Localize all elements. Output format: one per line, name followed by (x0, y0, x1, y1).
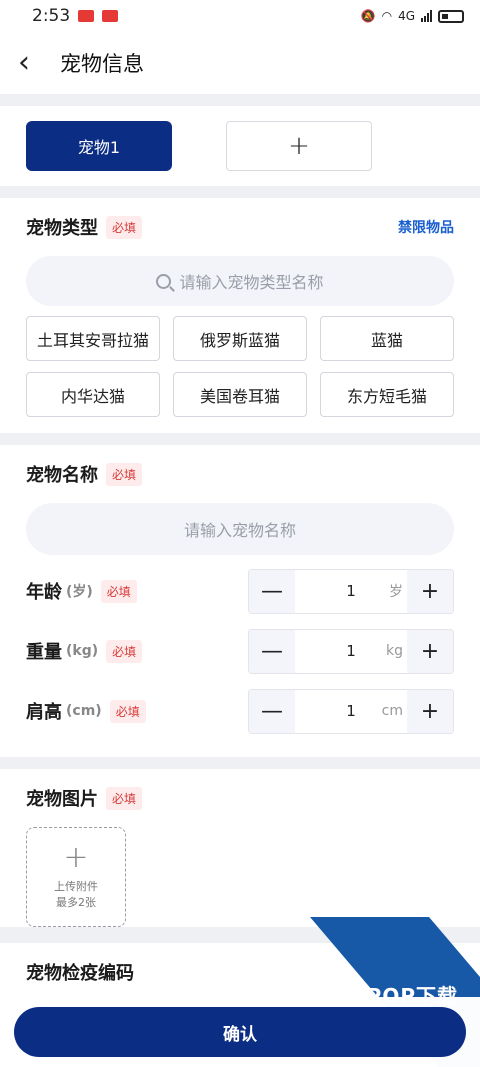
age-unit-hint: (岁) (66, 584, 93, 600)
decrement-button[interactable]: — (249, 689, 295, 733)
age-label: 年龄 (26, 582, 62, 603)
upload-limit: 最多2张 (56, 896, 96, 909)
weight-stepper: — 1 kg + (248, 628, 454, 674)
mute-icon: 🔕 (360, 9, 376, 23)
tab-pet-1[interactable]: 宠物1 (26, 121, 172, 171)
height-unit-hint: (cm) (66, 703, 102, 719)
age-stepper: — 1 岁 + (248, 568, 454, 614)
pet-type-chip[interactable]: 蓝猫 (320, 316, 454, 361)
height-value: 1 (346, 702, 356, 720)
pet-type-chip[interactable]: 东方短毛猫 (320, 372, 454, 417)
required-badge: 必填 (106, 639, 143, 663)
weight-unit: kg (386, 643, 403, 659)
battery-icon (438, 9, 464, 23)
age-unit: 岁 (389, 584, 403, 600)
notification-icon (102, 10, 119, 22)
weight-value: 1 (346, 642, 356, 660)
upload-attachment-button[interactable]: + 上传附件 最多2张 (26, 827, 126, 927)
wifi-icon: ◠ (381, 9, 393, 23)
weight-row: 重量 (kg) 必填 — 1 kg + (26, 621, 454, 681)
weight-label: 重量 (26, 642, 62, 663)
height-stepper: — 1 cm + (248, 688, 454, 734)
increment-button[interactable]: + (407, 569, 453, 613)
height-unit: cm (381, 703, 403, 719)
pet-name-input[interactable]: 请输入宠物名称 (26, 503, 454, 555)
age-value-input[interactable]: 1 岁 (295, 569, 407, 613)
pet-image-section: 宠物图片 必填 + 上传附件 最多2张 (0, 769, 480, 927)
age-value: 1 (346, 582, 356, 600)
weight-value-input[interactable]: 1 kg (295, 629, 407, 673)
watermark-text: PCPOP下载 (335, 984, 458, 1008)
restricted-items-link[interactable]: 禁限物品 (398, 217, 454, 237)
age-row: 年龄 (岁) 必填 — 1 岁 + (26, 561, 454, 621)
height-label: 肩高 (26, 702, 62, 723)
nav-bar: ‹ 宠物信息 (0, 32, 480, 94)
pet-type-chip[interactable]: 美国卷耳猫 (173, 372, 307, 417)
pet-type-grid: 土耳其安哥拉猫 俄罗斯蓝猫 蓝猫 内华达猫 美国卷耳猫 东方短毛猫 (26, 316, 454, 433)
status-time: 2:53 (32, 6, 71, 26)
add-pet-button[interactable]: + (226, 121, 372, 171)
pet-type-search-input[interactable]: 请输入宠物类型名称 (26, 256, 454, 306)
pet-type-chip[interactable]: 俄罗斯蓝猫 (173, 316, 307, 361)
pet-type-section: 宠物类型 必填 禁限物品 请输入宠物类型名称 土耳其安哥拉猫 俄罗斯蓝猫 蓝猫 … (0, 198, 480, 433)
weight-unit-hint: (kg) (66, 643, 99, 659)
upload-label: 上传附件 (54, 880, 98, 893)
signal-icon (421, 10, 432, 22)
plus-icon: + (63, 840, 89, 875)
search-placeholder: 请输入宠物类型名称 (179, 273, 324, 292)
status-bar: 2:53 🔕 ◠ 4G (0, 0, 480, 32)
required-badge: 必填 (109, 699, 146, 723)
network-type: 4G (398, 9, 415, 23)
required-badge: 必填 (106, 215, 143, 239)
decrement-button[interactable]: — (249, 569, 295, 613)
pet-tabs: 宠物1 + (0, 106, 480, 186)
pet-details-section: 宠物名称 必填 请输入宠物名称 年龄 (岁) 必填 — 1 岁 + 重量 (kg… (0, 445, 480, 757)
required-badge: 必填 (106, 786, 143, 810)
height-value-input[interactable]: 1 cm (295, 689, 407, 733)
increment-button[interactable]: + (407, 689, 453, 733)
required-badge: 必填 (106, 462, 143, 486)
confirm-button[interactable]: 确认 (14, 1007, 466, 1057)
page-title: 宠物信息 (60, 52, 144, 76)
section-title: 宠物检疫编码 (26, 963, 134, 984)
pet-type-chip[interactable]: 内华达猫 (26, 372, 160, 417)
notification-icon (78, 10, 95, 22)
required-badge: 必填 (100, 579, 137, 603)
back-arrow-icon[interactable]: ‹ (18, 48, 54, 78)
increment-button[interactable]: + (407, 629, 453, 673)
pet-type-chip[interactable]: 土耳其安哥拉猫 (26, 316, 160, 361)
search-icon (156, 273, 172, 289)
section-title: 宠物类型 (26, 218, 98, 239)
decrement-button[interactable]: — (249, 629, 295, 673)
section-title: 宠物名称 (26, 465, 98, 486)
section-title: 宠物图片 (26, 789, 98, 810)
height-row: 肩高 (cm) 必填 — 1 cm + (26, 681, 454, 741)
